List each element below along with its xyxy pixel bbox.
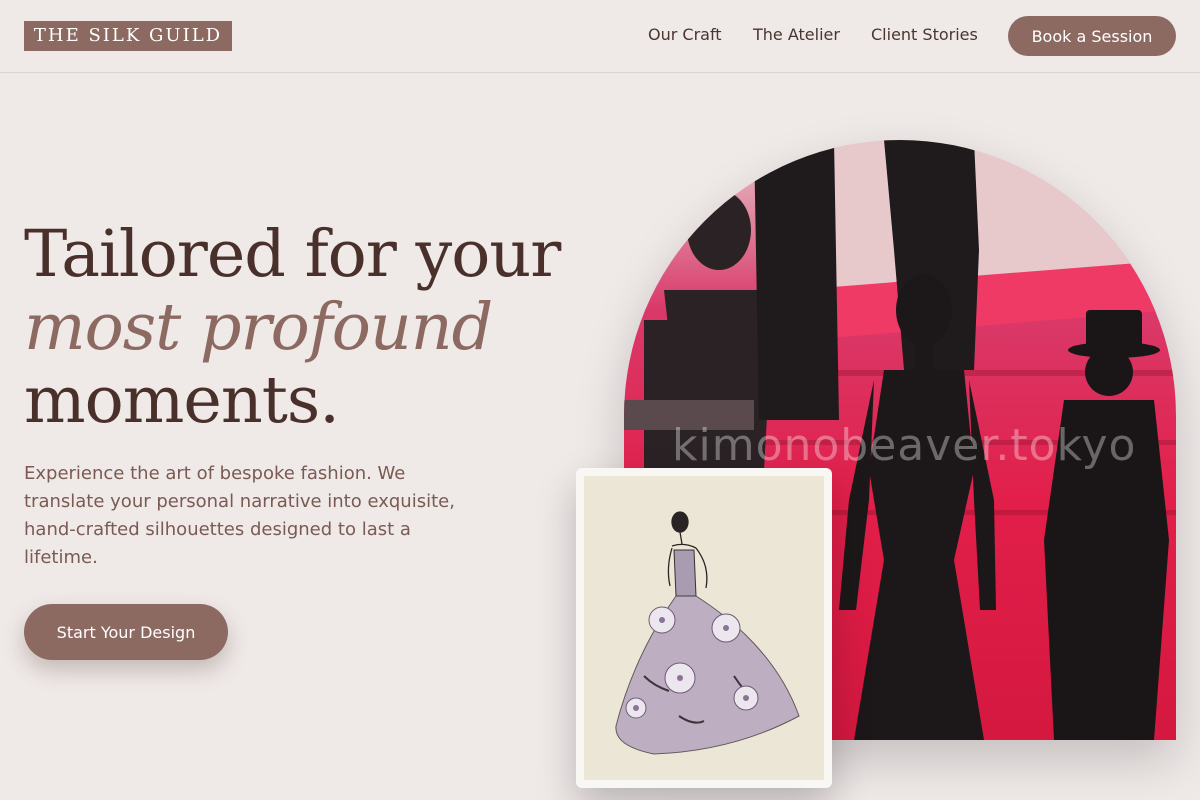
headline-line-3: moments. [24, 363, 340, 438]
site-header: THE SILK GUILD Our Craft The Atelier Cli… [0, 0, 1200, 73]
gown-sketch [615, 511, 800, 755]
headline-line-2: most profound [24, 290, 493, 365]
hero-subcopy: Experience the art of bespoke fashion. W… [24, 463, 455, 568]
nav-our-craft[interactable]: Our Craft [648, 24, 722, 46]
book-session-button[interactable]: Book a Session [1008, 16, 1176, 56]
nav-client-stories[interactable]: Client Stories [871, 24, 978, 46]
image-watermark: kimonobeaver.tokyo [672, 420, 1137, 471]
fashion-sketch-image [584, 476, 824, 780]
nav-the-atelier[interactable]: The Atelier [753, 24, 840, 46]
sketch-skirt [615, 595, 800, 755]
fashion-sketch-card [576, 468, 832, 788]
headline-line-1: Tailored for your [24, 217, 561, 292]
brand-logo[interactable]: THE SILK GUILD [24, 21, 232, 51]
hero-headline: Tailored for your most profound moments. [24, 218, 584, 437]
start-design-button[interactable]: Start Your Design [24, 604, 228, 660]
sketch-bodice [673, 549, 697, 597]
